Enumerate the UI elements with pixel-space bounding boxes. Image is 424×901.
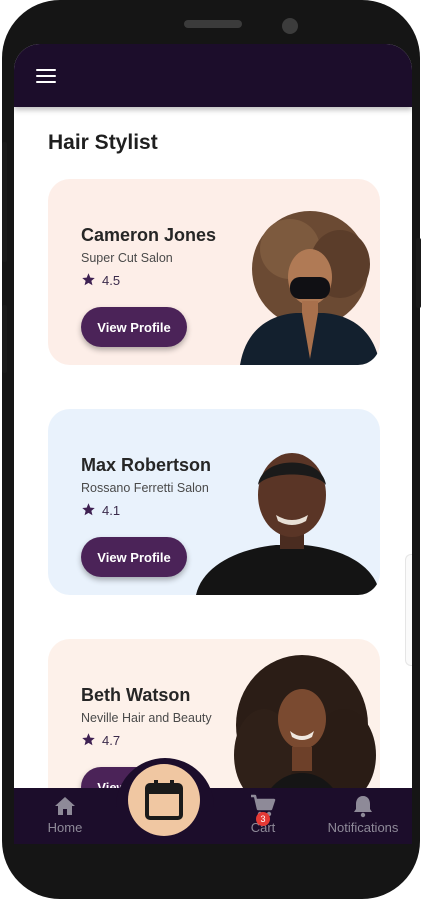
salon-name: Super Cut Salon	[81, 251, 173, 265]
view-profile-button[interactable]: View Profile	[81, 307, 187, 347]
star-icon	[82, 503, 95, 516]
calendar-icon	[145, 780, 183, 820]
app-bar	[14, 44, 412, 107]
nav-notifications[interactable]: Notifications	[324, 794, 402, 835]
rating: 4.5	[81, 272, 120, 288]
phone-frame: Hair Stylist Cameron Jones Super Cut Sal…	[2, 0, 421, 899]
rating: 4.1	[81, 502, 120, 518]
nav-notifications-label: Notifications	[327, 820, 399, 835]
cart-badge: 3	[256, 812, 270, 826]
salon-name: Neville Hair and Beauty	[81, 711, 212, 725]
nav-cart[interactable]: 3 Cart	[242, 794, 284, 835]
front-camera	[282, 18, 298, 34]
view-profile-button[interactable]: View Profile	[81, 537, 187, 577]
scrollbar[interactable]	[405, 554, 412, 666]
calendar-fab[interactable]	[128, 764, 200, 836]
page-title: Hair Stylist	[48, 131, 158, 154]
power-button	[2, 305, 7, 373]
rating-value: 4.1	[102, 503, 121, 518]
volume-button	[2, 142, 7, 262]
nav-home-label: Home	[47, 820, 83, 835]
bell-icon	[354, 796, 372, 818]
rating: 4.7	[81, 732, 120, 748]
stylist-photo	[240, 211, 380, 365]
menu-icon[interactable]	[36, 69, 56, 83]
star-icon	[82, 733, 95, 746]
rating-value: 4.5	[102, 273, 121, 288]
bottom-nav: Home 3 Cart Notifications	[14, 758, 412, 844]
salon-name: Rossano Ferretti Salon	[81, 481, 209, 495]
home-icon	[55, 797, 75, 815]
rating-value: 4.7	[102, 733, 121, 748]
stylist-card[interactable]: Max Robertson Rossano Ferretti Salon 4.1…	[48, 409, 380, 595]
stylist-name: Max Robertson	[81, 455, 212, 475]
speaker-grille	[184, 20, 242, 28]
app-screen: Hair Stylist Cameron Jones Super Cut Sal…	[14, 44, 412, 844]
stylist-card[interactable]: Cameron Jones Super Cut Salon 4.5 View P…	[48, 179, 380, 365]
star-icon	[82, 273, 95, 286]
nav-home[interactable]: Home	[44, 794, 86, 835]
stylist-name: Cameron Jones	[81, 225, 217, 245]
side-button-right	[416, 238, 421, 308]
stylist-photo	[196, 453, 380, 595]
stylist-name: Beth Watson	[81, 685, 191, 705]
